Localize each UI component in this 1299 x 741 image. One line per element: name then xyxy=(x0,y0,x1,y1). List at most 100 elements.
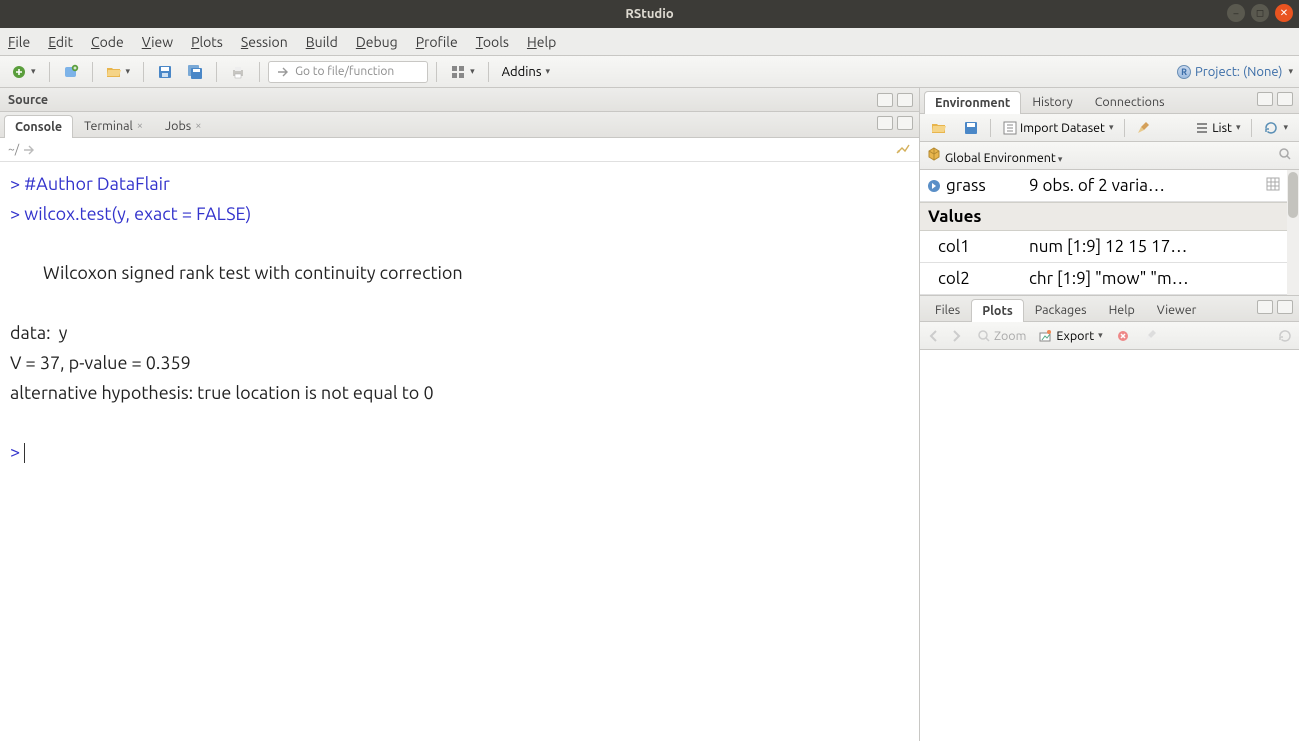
env-table: grass9 obs. of 2 varia…Valuescol1num [1:… xyxy=(920,170,1299,295)
console-maximize-button[interactable] xyxy=(897,116,913,130)
env-search-input[interactable] xyxy=(1277,146,1293,165)
tab-history[interactable]: History xyxy=(1021,90,1083,113)
source-maximize-button[interactable] xyxy=(897,93,913,107)
grid-icon xyxy=(450,64,466,80)
tab-help[interactable]: Help xyxy=(1098,298,1146,321)
addins-label: Addins xyxy=(502,65,542,79)
tab-environment[interactable]: Environment xyxy=(924,91,1021,114)
new-project-button[interactable] xyxy=(58,60,84,84)
goto-arrow-icon xyxy=(275,64,291,80)
console-minimize-button[interactable] xyxy=(877,116,893,130)
plots-minimize-button[interactable] xyxy=(1257,300,1273,314)
menubar: File Edit Code View Plots Session Build … xyxy=(0,28,1299,56)
clear-console-icon[interactable] xyxy=(895,140,911,156)
clear-workspace-button[interactable] xyxy=(1131,117,1157,139)
menu-tools[interactable]: Tools xyxy=(476,34,509,50)
main-toolbar: ▾ ▾ Go to file/function ▾ Addins ▾ R Pro… xyxy=(0,56,1299,88)
goto-placeholder: Go to file/function xyxy=(295,65,394,78)
menu-help[interactable]: Help xyxy=(527,34,556,50)
env-scope-bar: Global Environment▾ xyxy=(920,142,1299,170)
env-minimize-button[interactable] xyxy=(1257,92,1273,106)
tab-jobs[interactable]: Jobs× xyxy=(154,114,212,137)
refresh-icon xyxy=(1263,120,1279,136)
search-icon xyxy=(1277,146,1293,162)
folder-open-icon xyxy=(931,120,947,136)
menu-edit[interactable]: Edit xyxy=(48,34,73,50)
new-file-button[interactable]: ▾ xyxy=(6,60,41,84)
window-maximize-button[interactable]: ◻ xyxy=(1251,4,1269,22)
addins-button[interactable]: Addins ▾ xyxy=(497,60,555,84)
menu-debug[interactable]: Debug xyxy=(356,34,398,50)
project-menu[interactable]: R Project: (None) ▾ xyxy=(1177,65,1293,79)
export-button[interactable]: Export▾ xyxy=(1038,328,1102,344)
list-view-button[interactable]: List▾ xyxy=(1189,117,1245,139)
menu-file[interactable]: File xyxy=(8,34,30,50)
new-file-icon xyxy=(11,64,27,80)
plots-maximize-button[interactable] xyxy=(1277,300,1293,314)
plots-canvas xyxy=(920,350,1299,741)
close-icon[interactable]: × xyxy=(137,120,143,132)
menu-plots[interactable]: Plots xyxy=(191,34,223,50)
grid-view-icon[interactable] xyxy=(1265,176,1281,192)
save-workspace-button[interactable] xyxy=(958,117,984,139)
menu-build[interactable]: Build xyxy=(306,34,338,50)
grid-view-button[interactable]: ▾ xyxy=(445,60,480,84)
env-row-value[interactable]: col1num [1:9] 12 15 17… xyxy=(920,231,1299,263)
remove-plot-icon[interactable] xyxy=(1115,328,1131,344)
project-label: Project: (None) xyxy=(1195,65,1282,79)
source-minimize-button[interactable] xyxy=(877,93,893,107)
env-toolbar: Import Dataset▾ List▾ ▾ xyxy=(920,114,1299,142)
env-values-header: Values xyxy=(920,202,1299,231)
menu-code[interactable]: Code xyxy=(91,34,124,50)
refresh-plot-icon[interactable] xyxy=(1277,328,1293,344)
goto-file-function-input[interactable]: Go to file/function xyxy=(268,61,428,83)
console-tab-bar: Console Terminal× Jobs× xyxy=(0,112,919,138)
source-title: Source xyxy=(8,93,48,107)
r-logo-icon: R xyxy=(1177,65,1191,79)
print-button[interactable] xyxy=(225,60,251,84)
list-icon xyxy=(1194,120,1210,136)
tab-viewer[interactable]: Viewer xyxy=(1146,298,1208,321)
goto-wd-icon[interactable] xyxy=(21,142,37,158)
plots-toolbar: Zoom Export▾ xyxy=(920,322,1299,350)
clear-plots-icon[interactable] xyxy=(1143,328,1159,344)
plot-next-icon[interactable] xyxy=(948,328,964,344)
env-scope-button[interactable]: Global Environment▾ xyxy=(926,146,1062,165)
tab-plots[interactable]: Plots xyxy=(971,299,1024,322)
tab-packages[interactable]: Packages xyxy=(1024,298,1098,321)
import-dataset-button[interactable]: Import Dataset▾ xyxy=(997,117,1118,139)
folder-open-icon xyxy=(106,64,122,80)
console-body[interactable]: > #Author DataFlair > wilcox.test(y, exa… xyxy=(0,162,919,741)
load-workspace-button[interactable] xyxy=(926,117,952,139)
refresh-env-button[interactable]: ▾ xyxy=(1258,117,1293,139)
console-cwd: ~/ xyxy=(8,143,19,156)
export-icon xyxy=(1038,328,1054,344)
cube-icon xyxy=(926,146,942,162)
tab-files[interactable]: Files xyxy=(924,298,971,321)
env-row-value[interactable]: col2chr [1:9] "mow" "m… xyxy=(920,263,1299,295)
env-scrollbar[interactable] xyxy=(1287,170,1299,295)
tab-terminal[interactable]: Terminal× xyxy=(73,114,154,137)
plots-tab-bar: Files Plots Packages Help Viewer xyxy=(920,296,1299,322)
env-maximize-button[interactable] xyxy=(1277,92,1293,106)
source-pane-header[interactable]: Source xyxy=(0,88,919,112)
close-icon[interactable]: × xyxy=(195,120,201,132)
open-file-button[interactable]: ▾ xyxy=(101,60,136,84)
tab-connections[interactable]: Connections xyxy=(1084,90,1176,113)
tab-console[interactable]: Console xyxy=(4,115,73,138)
save-all-button[interactable] xyxy=(182,60,208,84)
zoom-button[interactable]: Zoom xyxy=(976,328,1026,344)
env-row-data[interactable]: grass9 obs. of 2 varia… xyxy=(920,170,1299,202)
window-title: RStudio xyxy=(625,7,673,21)
window-titlebar: RStudio – ◻ ✕ xyxy=(0,0,1299,28)
plot-prev-icon[interactable] xyxy=(926,328,942,344)
expand-icon[interactable] xyxy=(926,178,942,194)
menu-view[interactable]: View xyxy=(142,34,173,50)
menu-profile[interactable]: Profile xyxy=(416,34,458,50)
save-button[interactable] xyxy=(152,60,178,84)
save-icon xyxy=(963,120,979,136)
window-minimize-button[interactable]: – xyxy=(1227,4,1245,22)
project-plus-icon xyxy=(63,64,79,80)
window-close-button[interactable]: ✕ xyxy=(1275,4,1293,22)
menu-session[interactable]: Session xyxy=(241,34,288,50)
